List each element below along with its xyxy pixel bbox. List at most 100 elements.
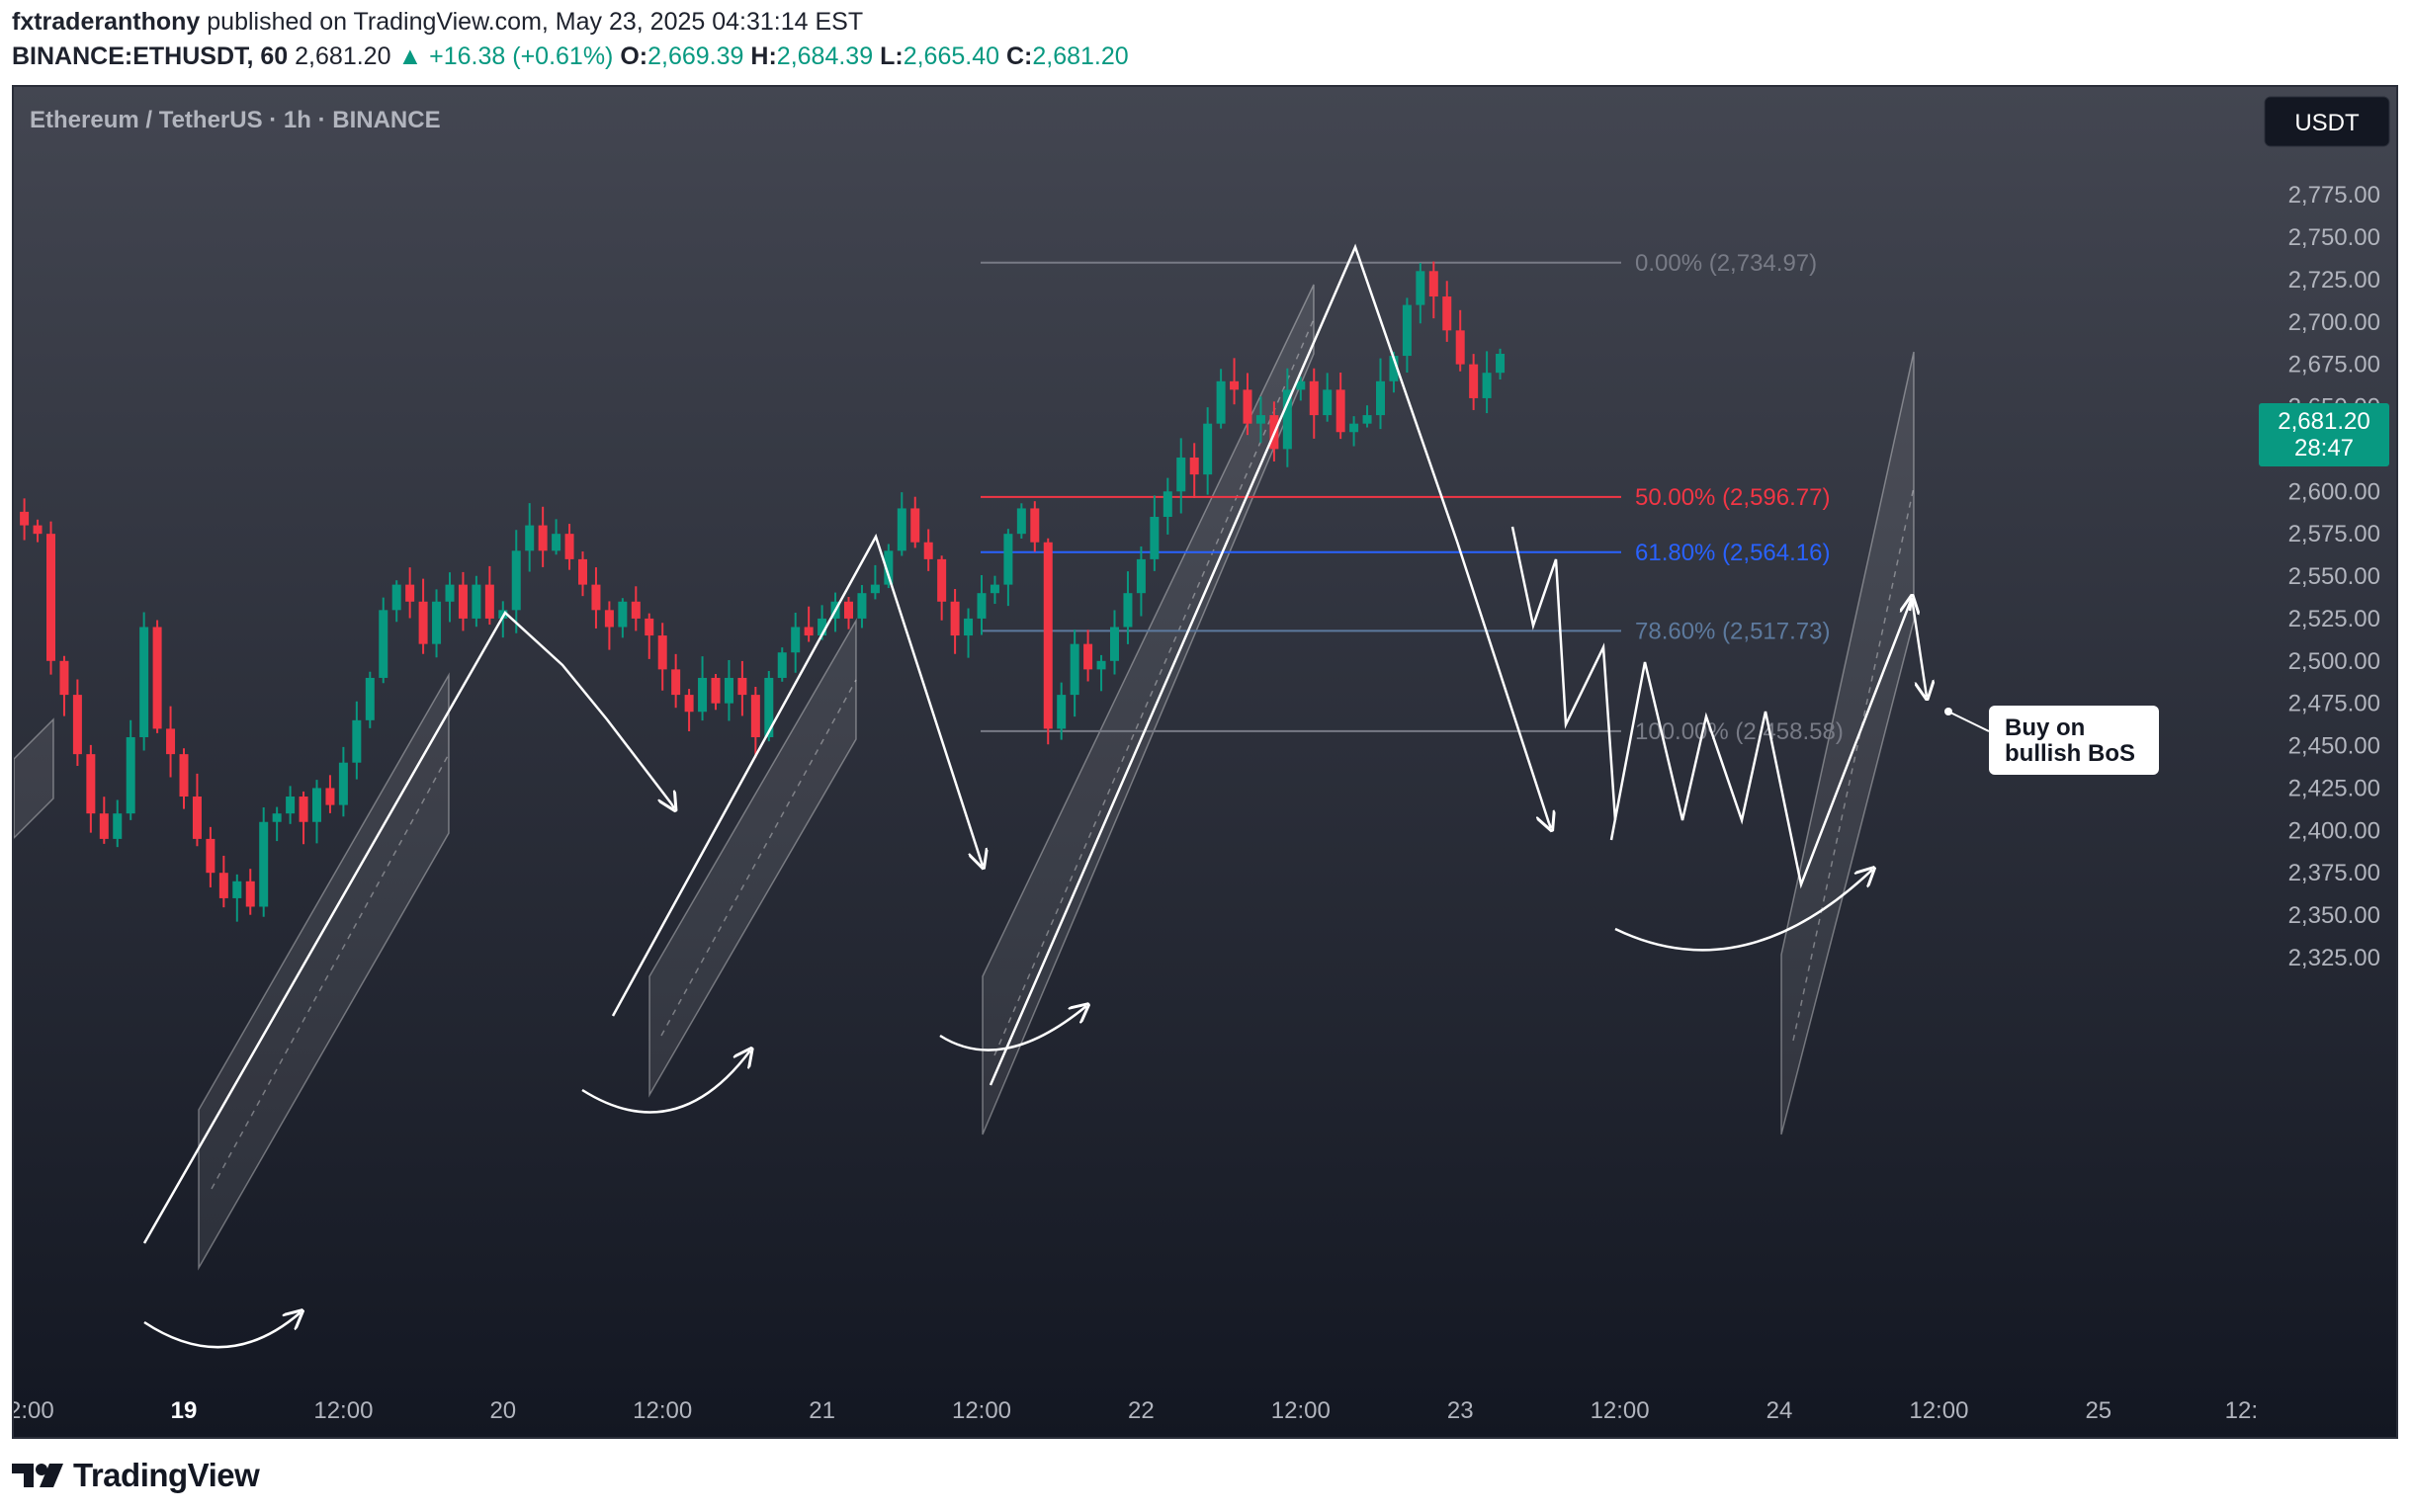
candle-body	[631, 601, 641, 619]
candle-body	[657, 635, 667, 670]
time-tick-label: 12:00	[1271, 1397, 1331, 1424]
candle-body	[286, 797, 296, 814]
candle-body	[1150, 517, 1160, 559]
candle-body	[484, 584, 494, 619]
candle-body	[272, 813, 282, 822]
candle-body	[591, 584, 601, 611]
candle-body	[445, 584, 455, 602]
candle-body	[1402, 304, 1412, 357]
time-tick-label: 25	[2085, 1397, 2111, 1424]
candle-body	[312, 788, 321, 822]
annotation-line-2: bullish BoS	[2005, 740, 2135, 767]
candle-body	[179, 754, 189, 798]
legend-title: Ethereum / TetherUS · 1h · BINANCE	[30, 107, 441, 133]
candle-body	[552, 534, 561, 551]
candle-body	[737, 677, 747, 696]
time-tick-label: 12:00	[952, 1397, 1011, 1424]
candle-body	[684, 695, 694, 713]
candle-body	[604, 610, 614, 628]
price-tick-label: 2,675.00	[2288, 352, 2380, 378]
candle-body	[352, 719, 362, 763]
candle-body	[139, 627, 149, 737]
price-tick-label: 2,375.00	[2288, 860, 2380, 886]
candle-body	[1083, 643, 1093, 670]
candle-body	[910, 508, 920, 543]
candle-body	[232, 881, 242, 898]
candle-body	[1255, 415, 1265, 424]
candle-body	[1230, 380, 1240, 390]
candle-body	[564, 534, 574, 559]
fib-level-label: 78.60% (2,517.73)	[1635, 618, 1830, 644]
tradingview-brand-text: TradingView	[73, 1457, 260, 1493]
candle-body	[99, 813, 109, 839]
time-tick-label: 12:00	[313, 1397, 373, 1424]
price-tick-label: 2,425.00	[2288, 775, 2380, 801]
candle-body	[511, 550, 521, 611]
candle-body	[990, 584, 999, 594]
candle-body	[1110, 627, 1119, 661]
candle-body	[645, 618, 654, 636]
candle-body	[432, 601, 442, 644]
price-tick-label: 2,575.00	[2288, 521, 2380, 547]
ohlc-high-value: 2,684.39	[776, 42, 874, 70]
time-tick-label: 12:00	[633, 1397, 692, 1424]
published-text: published on TradingView.com, May 23, 20…	[207, 8, 864, 36]
candle-body	[365, 677, 375, 720]
time-tick-label: 20	[489, 1397, 516, 1424]
fib-level-label: 61.80% (2,564.16)	[1635, 540, 1830, 566]
price-tick-label: 2,550.00	[2288, 563, 2380, 590]
candle-body	[1216, 380, 1226, 424]
ohlc-high-label: H:	[750, 42, 777, 70]
candle-body	[405, 584, 415, 602]
time-tick-label: 22	[1128, 1397, 1155, 1424]
candle-body	[711, 677, 721, 704]
candle-body	[791, 627, 801, 653]
candle-body	[1136, 558, 1146, 594]
time-tick-label: 23	[1447, 1397, 1474, 1424]
candle-body	[950, 601, 960, 636]
price-tick-label: 2,450.00	[2288, 733, 2380, 760]
candle-body	[1362, 415, 1372, 424]
candle-body	[777, 652, 787, 678]
author-name[interactable]: fxtraderanthony	[12, 8, 200, 36]
candle-body	[870, 584, 880, 594]
candle-body	[1123, 593, 1133, 628]
candle-body	[698, 677, 708, 713]
time-tick-label: 24	[1766, 1397, 1793, 1424]
candle-body	[857, 593, 867, 619]
annotation-line-1: Buy on	[2005, 714, 2085, 741]
candle-body	[1203, 423, 1213, 475]
price-tick-label: 2,475.00	[2288, 691, 2380, 717]
time-axis[interactable]: 2:00 19 12:00 20 12:00 21 12:00 22 12:00 23 12:00 2…	[14, 1397, 2258, 1424]
candle-body	[418, 601, 428, 644]
candle-body	[923, 542, 933, 559]
candle-body	[113, 813, 123, 839]
candle-body	[1469, 364, 1479, 398]
candle-body	[1016, 508, 1026, 535]
candle-body	[977, 593, 987, 619]
last-price-header: 2,681.20	[295, 42, 391, 70]
candle-body	[1416, 271, 1425, 305]
candle-body	[964, 618, 974, 636]
candle-body	[166, 728, 176, 755]
candle-body	[86, 754, 96, 814]
candle-body	[33, 525, 43, 535]
change-value: +16.38 (+0.61%)	[429, 42, 614, 70]
chart-frame[interactable]: 0.00% (2,734.97) 50.00% (2,596.77) 61.80% …	[12, 85, 2398, 1439]
annotation-anchor-dot	[1944, 708, 1952, 715]
price-tick-label: 2,750.00	[2288, 224, 2380, 251]
price-tick-label: 2,525.00	[2288, 606, 2380, 632]
candle-body	[458, 584, 468, 619]
candle-body	[206, 838, 215, 874]
candle-body	[1176, 457, 1186, 492]
price-tick-label: 2,400.00	[2288, 817, 2380, 844]
time-tick-label: 12:00	[1591, 1397, 1650, 1424]
tradingview-logo[interactable]: TradingView	[12, 1457, 260, 1494]
time-tick-label: 2:00	[14, 1397, 54, 1424]
currency-button[interactable]: USDT	[2294, 110, 2360, 136]
candle-body	[671, 669, 681, 696]
candle-body	[1189, 457, 1199, 475]
candle-body	[379, 610, 388, 678]
symbol-line: BINANCE:ETHUSDT, 60 2,681.20 ▲ +16.38 (+…	[12, 42, 1129, 71]
price-chart[interactable]: 0.00% (2,734.97) 50.00% (2,596.77) 61.80% …	[14, 87, 2396, 1437]
